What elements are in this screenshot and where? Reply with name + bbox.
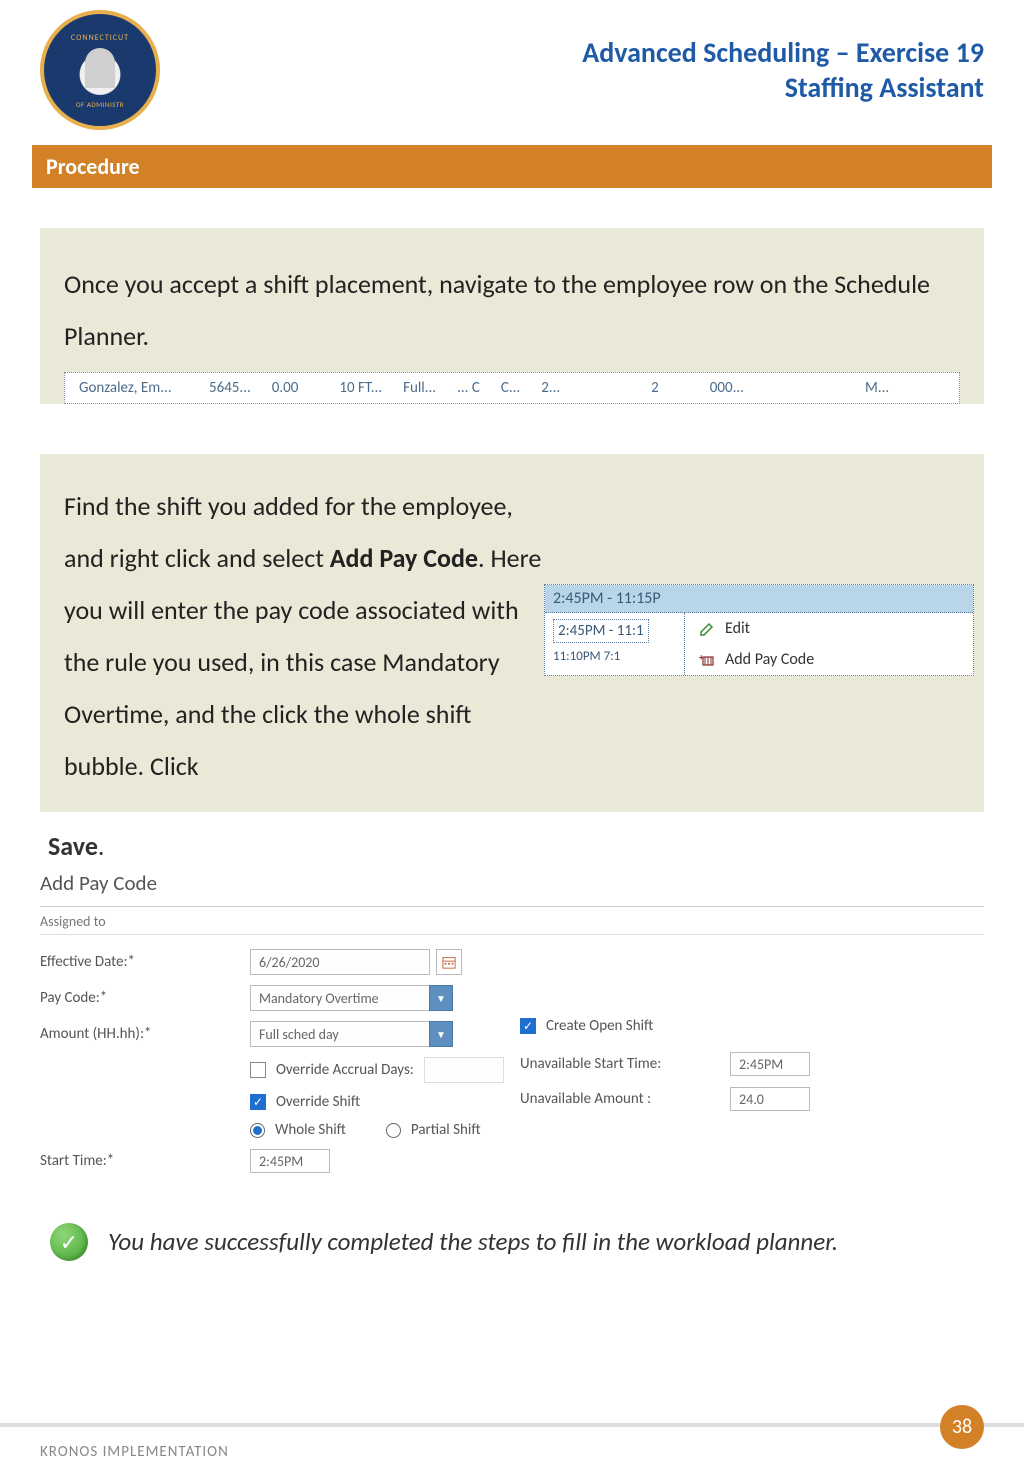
footer-text: KRONOS IMPLEMENTATION [40,1443,229,1461]
footer-divider [0,1423,1024,1427]
emp-col-2: 0.00 [262,379,310,397]
step2-mid: . Here you will enter the pay code assoc… [64,542,541,782]
partial-shift-radio[interactable] [386,1123,401,1138]
seal-text-bottom: OF ADMINISTR [55,100,145,109]
employee-row-screenshot: Gonzalez, Em... 5645... 0.00 10 FT... Fu… [64,372,960,404]
start-time-label: Start Time:* [40,1152,250,1170]
step-2-text: Find the shift you added for the employe… [64,480,544,792]
override-accrual-input[interactable] [424,1057,504,1083]
ctx-left-col: 2:45PM - 11:1 11:10PM 7:1 [545,613,685,675]
paycode-select[interactable]: Mandatory Overtime [250,985,430,1011]
emp-name: Gonzalez, Em... [69,379,199,397]
emp-col-7: 2... [531,379,571,397]
effective-date-label: Effective Date:* [40,953,250,971]
override-shift-checkbox[interactable]: ✓ [250,1094,266,1110]
state-seal: CONNECTICUT OF ADMINISTR [40,10,160,130]
override-shift-label: Override Shift [276,1093,360,1111]
step-1-text: Once you accept a shift placement, navig… [64,268,930,352]
whole-shift-label: Whole Shift [275,1121,346,1139]
start-time-input[interactable]: 2:45PM [250,1149,330,1173]
emp-col-3: 10 FT... [329,379,393,397]
page-header: CONNECTICUT OF ADMINISTR Advanced Schedu… [0,0,1024,145]
page-number-badge: 38 [940,1405,984,1449]
ctx-edit-label: Edit [725,619,750,638]
emp-col-1: 5645... [199,379,262,397]
amount-select[interactable]: Full sched day [250,1021,430,1047]
unavail-start-input[interactable]: 2:45PM [730,1052,810,1076]
emp-col-5: ... C [447,379,491,397]
capitol-dome-icon [85,48,115,88]
emp-col-10: M... [855,379,900,397]
paycode-dropdown-icon[interactable]: ▼ [429,985,453,1011]
step-1-box: Once you accept a shift placement, navig… [40,228,984,404]
success-message-row: ✓ You have successfully completed the st… [40,1223,984,1261]
emp-col-9: 000... [700,379,755,397]
title-line-1: Advanced Scheduling – Exercise 19 [582,35,984,70]
ctx-add-label: Add Pay Code [725,650,814,669]
emp-col-6: C... [491,379,531,397]
ctx-add-paycode-item[interactable]: + Add Pay Code [685,644,973,675]
calendar-icon[interactable] [436,949,462,975]
success-check-icon: ✓ [50,1223,88,1261]
emp-col-4: Full... [393,379,447,397]
step-2-box: Find the shift you added for the employe… [40,454,984,812]
success-text: You have successfully completed the step… [108,1223,838,1261]
assigned-to-label: Assigned to [40,913,984,935]
create-open-shift-label: Create Open Shift [546,1017,653,1035]
seal-text-top: CONNECTICUT [55,33,145,43]
add-paycode-title: Add Pay Code [40,870,984,896]
whole-shift-radio[interactable] [250,1123,265,1138]
ctx-header: 2:45PM - 11:15P [545,585,973,613]
add-paycode-icon: + [699,652,715,668]
context-menu-screenshot: 2:45PM - 11:15P 2:45PM - 11:1 11:10PM 7:… [544,584,974,676]
unavail-amount-input[interactable]: 24.0 [730,1087,810,1111]
create-open-shift-checkbox[interactable]: ✓ [520,1018,536,1034]
save-word: Save [48,830,98,862]
doc-title: Advanced Scheduling – Exercise 19 Staffi… [582,35,984,105]
ctx-shift-1: 2:45PM - 11:1 [553,619,649,643]
unavail-start-label: Unavailable Start Time: [520,1055,720,1073]
paycode-label: Pay Code:* [40,989,250,1007]
step2-bold: Add Pay Code [330,542,478,574]
unavail-amount-label: Unavailable Amount : [520,1090,720,1108]
add-paycode-form: Assigned to Effective Date:* 6/26/2020 P… [40,906,984,1173]
procedure-heading: Procedure [32,145,992,188]
save-line: Save. [48,830,984,862]
override-accrual-checkbox[interactable] [250,1062,266,1078]
title-line-2: Staffing Assistant [582,70,984,105]
emp-col-8: 2 [641,379,670,397]
save-dot: . [98,830,105,862]
ctx-shift-2: 11:10PM 7:1 [553,649,620,664]
ctx-edit-item[interactable]: Edit [685,613,973,644]
override-accrual-label: Override Accrual Days: [276,1061,414,1079]
pencil-icon [699,621,715,637]
effective-date-input[interactable]: 6/26/2020 [250,949,430,975]
partial-shift-label: Partial Shift [411,1121,481,1139]
amount-dropdown-icon[interactable]: ▼ [429,1021,453,1047]
amount-label: Amount (HH.hh):* [40,1025,250,1043]
